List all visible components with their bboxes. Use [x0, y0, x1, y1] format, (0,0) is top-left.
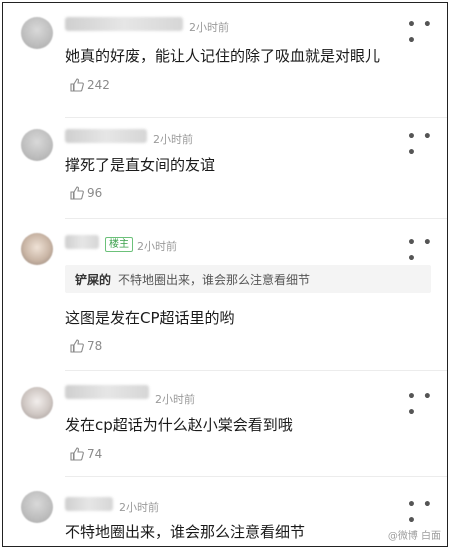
comment-item: 2小时前 • • • 她真的好废，能让人记住的除了吸血就是对眼儿 242 [3, 3, 447, 115]
comment-list: 2小时前 • • • 她真的好废，能让人记住的除了吸血就是对眼儿 242 2小时… [2, 2, 448, 547]
avatar[interactable] [21, 17, 53, 49]
like-count: 96 [87, 186, 103, 200]
more-dots-icon[interactable]: • • • [407, 17, 447, 49]
comment-text: 她真的好废，能让人记住的除了吸血就是对眼儿 [65, 47, 381, 65]
quoted-username[interactable]: 铲屎的 [75, 271, 111, 288]
username[interactable] [65, 129, 147, 143]
like-button[interactable]: 78 [69, 338, 102, 354]
like-count: 242 [87, 78, 110, 92]
avatar[interactable] [21, 387, 53, 419]
avatar[interactable] [21, 491, 53, 523]
quoted-text: 不特地圈出来，谁会那么注意看细节 [118, 273, 311, 287]
avatar[interactable] [21, 233, 53, 265]
like-count: 78 [87, 339, 103, 353]
more-dots-icon[interactable]: • • • [407, 389, 447, 421]
like-button[interactable]: 74 [69, 446, 102, 462]
username[interactable] [65, 17, 183, 31]
quoted-reply[interactable]: 铲屎的 不特地圈出来，谁会那么注意看细节 [65, 265, 431, 293]
more-dots-icon[interactable]: • • • [407, 235, 447, 267]
username[interactable] [65, 497, 113, 511]
username[interactable] [65, 385, 149, 399]
comment-time: 2小时前 [189, 21, 229, 34]
more-dots-icon[interactable]: • • • [407, 129, 447, 161]
comment-text: 撑死了是直女间的友谊 [65, 156, 216, 174]
comment-text: 发在cp超话为什么赵小棠会看到哦 [65, 416, 293, 434]
like-button[interactable]: 96 [69, 185, 102, 201]
op-badge: 楼主 [105, 237, 133, 252]
comment-time: 2小时前 [119, 501, 159, 514]
comment-text: 这图是发在CP超话里的哟 [65, 309, 235, 327]
thumbs-up-icon [69, 77, 85, 93]
more-dots-icon[interactable]: • • • [407, 497, 447, 529]
comment-time: 2小时前 [137, 240, 177, 253]
like-button[interactable]: 242 [69, 77, 110, 93]
comment-item: 楼主 2小时前 • • • 铲屎的 不特地圈出来，谁会那么注意看细节 这图是发在… [3, 219, 447, 369]
watermark: @微博 白面 [387, 531, 441, 542]
comment-time: 2小时前 [153, 133, 193, 146]
comment-item: 2小时前 • • • 撑死了是直女间的友谊 96 [3, 117, 447, 217]
thumbs-up-icon [69, 446, 85, 462]
avatar[interactable] [21, 129, 53, 161]
comment-item: 2小时前 • • • 发在cp超话为什么赵小棠会看到哦 74 [3, 371, 447, 476]
thumbs-up-icon [69, 185, 85, 201]
like-count: 74 [87, 447, 103, 461]
comment-item: 2小时前 • • • 不特地圈出来，谁会那么注意看细节 [3, 477, 447, 546]
comment-text: 不特地圈出来，谁会那么注意看细节 [65, 523, 306, 541]
comment-time: 2小时前 [155, 393, 195, 406]
thumbs-up-icon [69, 338, 85, 354]
username[interactable] [65, 235, 99, 249]
